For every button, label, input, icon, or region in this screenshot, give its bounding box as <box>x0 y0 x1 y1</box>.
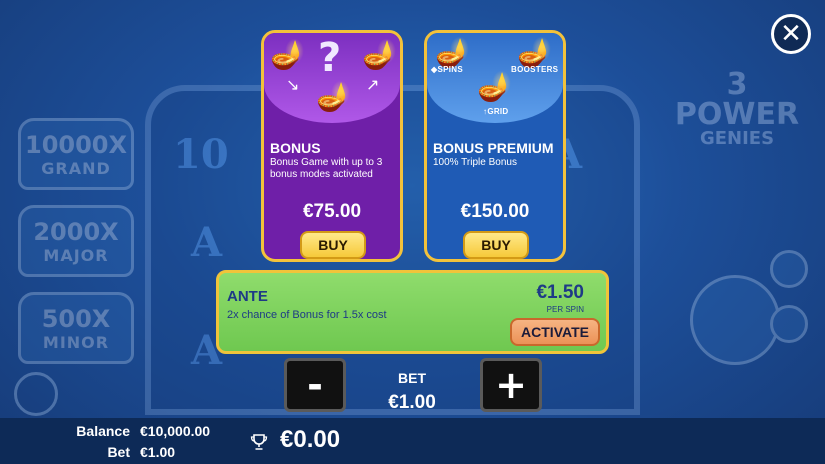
reel-symbol: 10 <box>173 131 229 178</box>
jackpot-value: 500X <box>41 305 111 333</box>
spin-button <box>690 275 780 365</box>
jackpot-value: 2000X <box>33 218 119 246</box>
bonus-premium-card: 🪔 🪔 🪔 ◆SPINS BOOSTERS ↑GRID BONUS PREMIU… <box>424 30 566 262</box>
ante-title: ANTE <box>227 288 268 305</box>
lamp-icon: 🪔 <box>435 37 470 68</box>
menu-button <box>770 305 808 343</box>
card-price: €75.00 <box>302 201 362 222</box>
lamp-icon: 🪔 <box>362 39 397 70</box>
question-mark: ? <box>318 35 342 81</box>
card-title: BONUS PREMIUM <box>433 140 554 156</box>
trophy-icon <box>250 434 268 450</box>
decrease-bet-button[interactable]: - <box>284 358 346 412</box>
bonus-premium-art: 🪔 🪔 🪔 ◆SPINS BOOSTERS ↑GRID <box>427 33 563 123</box>
card-description: Bonus Game with up to 3 bonus modes acti… <box>270 157 383 180</box>
bonus-card: 🪔 ? 🪔 🪔 ↘ ↗ BONUS Bonus Game with up to … <box>261 30 403 262</box>
plus-icon: + <box>495 363 527 407</box>
jackpot-minor: 500X MINOR <box>18 292 134 364</box>
card-title: BONUS <box>270 140 321 156</box>
lamp-icon: 🪔 <box>477 71 512 102</box>
speaker-icon <box>14 372 58 416</box>
game-logo: 3 POWER GENIES <box>674 67 800 149</box>
ante-description: 2x chance of Bonus for 1.5x cost <box>227 309 387 321</box>
spins-label: ◆SPINS <box>431 65 463 74</box>
ante-price: €1.50 <box>536 282 584 303</box>
balance-value: €10,000.00 <box>140 423 211 439</box>
bonus-art: 🪔 ? 🪔 🪔 ↘ ↗ <box>264 33 400 123</box>
ante-per-spin: PER SPIN <box>546 305 584 314</box>
lamp-icon: 🪔 <box>316 81 351 112</box>
jackpot-name: MAJOR <box>43 246 109 265</box>
bet-footer-label: Bet <box>107 444 130 460</box>
arrow-icon: ↘ <box>286 77 300 94</box>
jackpot-name: MINOR <box>42 333 110 352</box>
close-button[interactable]: ✕ <box>771 14 811 54</box>
jackpot-major: 2000X MAJOR <box>18 205 134 277</box>
buy-bonus-premium-button[interactable]: BUY <box>463 231 529 259</box>
arrow-icon: ↗ <box>366 77 380 94</box>
ante-panel: ANTE 2x chance of Bonus for 1.5x cost €1… <box>216 270 609 354</box>
jackpot-name: GRAND <box>41 159 111 178</box>
jackpot-value: 10000X <box>25 131 127 159</box>
card-description: 100% Triple Bonus <box>433 157 517 168</box>
win-value: €0.00 <box>280 426 341 453</box>
buy-bonus-button[interactable]: BUY <box>300 231 366 259</box>
bet-value: €1.00 <box>388 392 436 413</box>
jackpot-grand: 10000X GRAND <box>18 118 134 190</box>
lamp-icon: 🪔 <box>517 37 552 68</box>
minus-icon: - <box>307 363 323 407</box>
grid-label: ↑GRID <box>483 107 509 116</box>
turbo-button <box>770 250 808 288</box>
card-price: €150.00 <box>460 201 530 222</box>
bet-footer-value: €1.00 <box>140 444 176 460</box>
boosters-label: BOOSTERS <box>511 65 559 74</box>
increase-bet-button[interactable]: + <box>480 358 542 412</box>
bet-label: BET <box>398 370 426 386</box>
lamp-icon: 🪔 <box>270 39 305 70</box>
activate-ante-button[interactable]: ACTIVATE <box>510 318 600 346</box>
reel-symbol: A <box>191 219 223 266</box>
close-icon: ✕ <box>780 19 802 49</box>
balance-label: Balance <box>76 423 130 439</box>
